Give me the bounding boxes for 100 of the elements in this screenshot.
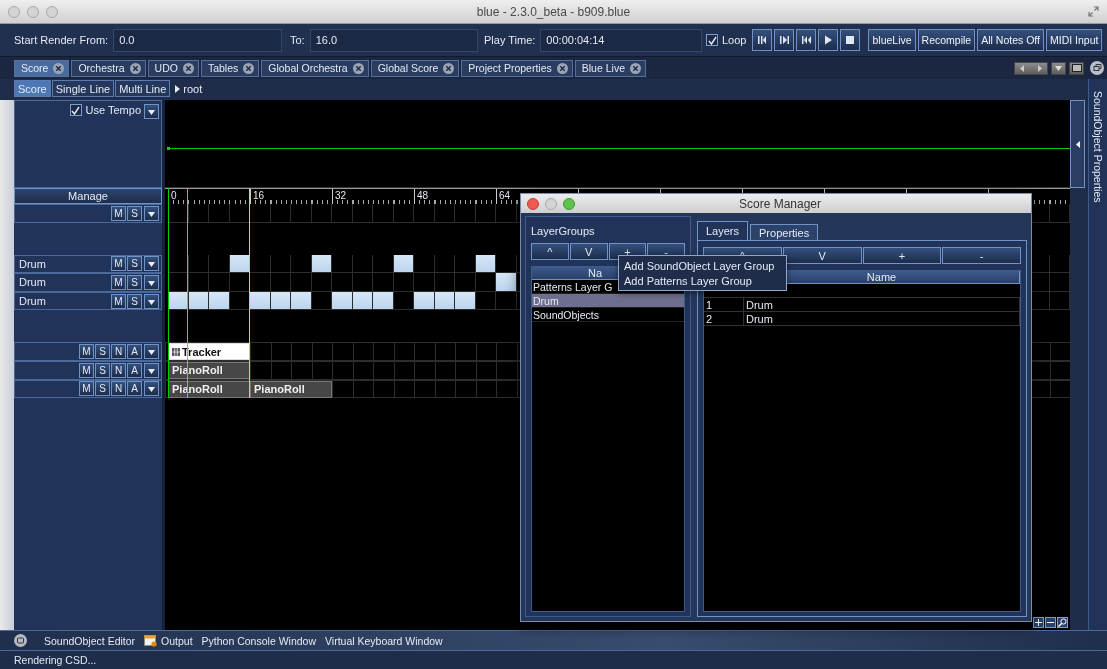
layer-toggle-button[interactable]: A <box>127 381 142 397</box>
checkbox[interactable] <box>706 34 718 46</box>
dialog-tab[interactable]: Properties <box>750 224 819 240</box>
toolbar-button[interactable]: All Notes Off <box>977 29 1044 51</box>
restore-icon[interactable] <box>1090 61 1104 75</box>
pattern-step[interactable] <box>393 254 413 273</box>
sound-object[interactable]: PianoRoll <box>250 380 332 398</box>
dialog-minimize-button[interactable] <box>545 197 557 210</box>
close-icon[interactable] <box>443 62 455 74</box>
layer-toggle-button[interactable]: M <box>79 362 94 378</box>
fullscreen-icon[interactable] <box>1088 6 1099 17</box>
layer-toggle-button[interactable]: N <box>111 362 126 378</box>
manage-button[interactable]: Manage <box>14 188 162 204</box>
layer-toggle-button[interactable]: S <box>127 256 142 272</box>
close-icon[interactable] <box>182 62 194 74</box>
play-button[interactable] <box>818 29 839 51</box>
close-icon[interactable] <box>243 62 255 74</box>
layer-menu-button[interactable] <box>144 205 159 221</box>
window-close-button[interactable] <box>8 5 20 18</box>
editor-tab[interactable]: Tables <box>200 59 260 77</box>
layer-menu-button[interactable] <box>144 344 159 360</box>
editor-tab[interactable]: UDO <box>147 59 199 77</box>
editor-tab[interactable]: Score <box>14 59 70 77</box>
layer-toggle-button[interactable]: M <box>79 344 94 360</box>
layer-toggle-button[interactable]: S <box>127 205 142 221</box>
checkbox[interactable] <box>69 104 82 116</box>
layer-toggle-button[interactable]: S <box>95 381 110 397</box>
scroll-tabs-button[interactable] <box>1014 61 1048 75</box>
skip-back-button[interactable] <box>796 29 817 51</box>
breadcrumb[interactable]: root <box>183 82 203 95</box>
tempo-line[interactable] <box>165 146 1070 152</box>
zoom-in-button[interactable] <box>1033 617 1044 628</box>
editor-tab[interactable]: Global Score <box>370 59 460 77</box>
layer-toggle-button[interactable]: S <box>127 293 142 309</box>
layer-toggle-button[interactable]: N <box>111 344 126 360</box>
stop-button[interactable] <box>840 29 861 51</box>
layer-toggle-button[interactable]: A <box>127 344 142 360</box>
layer-group-button[interactable]: V <box>569 243 608 260</box>
layer-menu-button[interactable] <box>144 293 159 309</box>
render-start-field[interactable]: 0.0 <box>113 28 282 52</box>
view-tab[interactable]: Multi Line <box>115 80 171 97</box>
pattern-step[interactable] <box>168 273 188 291</box>
maximize-button[interactable] <box>1069 61 1084 75</box>
layer-group-row[interactable]: SoundObjects <box>532 308 684 322</box>
layer-group-button[interactable]: ^ <box>531 243 569 260</box>
tool-window-button[interactable]: Python Console Window <box>201 634 316 647</box>
pattern-step[interactable] <box>168 204 188 222</box>
step-forward-button[interactable] <box>774 29 795 51</box>
layer-toggle-button[interactable]: S <box>127 275 142 290</box>
toolbar-button[interactable]: MIDI Input <box>1045 29 1103 51</box>
close-icon[interactable] <box>352 62 364 74</box>
zoom-fit-button[interactable] <box>1057 617 1068 628</box>
toolbar-button[interactable]: blueLive <box>868 29 916 51</box>
layer-menu-button[interactable] <box>144 256 159 272</box>
layer-button[interactable]: - <box>942 247 1021 264</box>
layer-toggle-button[interactable]: S <box>95 344 110 360</box>
layer-toggle-button[interactable]: M <box>111 293 126 309</box>
view-tab[interactable]: Single Line <box>51 80 115 97</box>
pattern-step[interactable] <box>475 254 495 273</box>
layer-toggle-button[interactable]: M <box>111 275 126 290</box>
layer-toggle-button[interactable]: S <box>95 362 110 378</box>
layer-button[interactable]: V <box>782 247 862 264</box>
toolbar-button[interactable]: Recompile <box>917 29 976 51</box>
layer-menu-button[interactable] <box>144 275 159 290</box>
step-back-button[interactable] <box>752 29 773 51</box>
pattern-step[interactable] <box>229 254 249 273</box>
tool-window-button[interactable]: Virtual Keyboard Window <box>325 634 443 647</box>
window-minimize-button[interactable] <box>27 5 39 18</box>
side-panel-tab[interactable]: SoundObject Properties <box>1092 91 1104 203</box>
dialog-zoom-button[interactable] <box>563 197 575 210</box>
tempo-panel-toggle[interactable] <box>1070 100 1085 188</box>
editor-tab[interactable]: Orchestra <box>71 59 146 77</box>
tempo-menu-button[interactable] <box>144 104 159 119</box>
layer-toggle-button[interactable]: M <box>111 256 126 272</box>
dialog-tab[interactable]: Layers <box>697 221 749 240</box>
layer-menu-button[interactable] <box>144 362 159 378</box>
view-tab[interactable]: Score <box>14 80 51 97</box>
layer-menu-button[interactable] <box>144 381 159 397</box>
layer-group-row[interactable]: Drum <box>532 294 684 308</box>
gear-icon[interactable] <box>14 634 27 647</box>
layer-toggle-button[interactable]: A <box>127 362 142 378</box>
editor-tab[interactable]: Global Orchestra <box>261 59 369 77</box>
close-icon[interactable] <box>556 62 568 74</box>
layer-button[interactable]: + <box>862 247 942 264</box>
render-end-field[interactable]: 16.0 <box>309 28 478 52</box>
close-icon[interactable] <box>129 62 141 74</box>
pattern-step[interactable] <box>168 254 188 273</box>
zoom-out-button[interactable] <box>1045 617 1056 628</box>
editor-tab[interactable]: Project Properties <box>461 59 573 77</box>
layer-toggle-button[interactable]: M <box>111 205 126 221</box>
layer-toggle-button[interactable]: N <box>111 381 126 397</box>
close-icon[interactable] <box>630 62 641 74</box>
dialog-close-button[interactable] <box>527 197 539 210</box>
tool-window-button[interactable]: Output <box>161 634 193 647</box>
window-zoom-button[interactable] <box>46 5 58 18</box>
pattern-step[interactable] <box>311 254 331 273</box>
tab-list-button[interactable] <box>1051 61 1066 75</box>
editor-tab[interactable]: Blue Live <box>574 59 646 77</box>
tool-window-button[interactable]: SoundObject Editor <box>44 634 136 647</box>
layer-toggle-button[interactable]: M <box>79 381 94 397</box>
